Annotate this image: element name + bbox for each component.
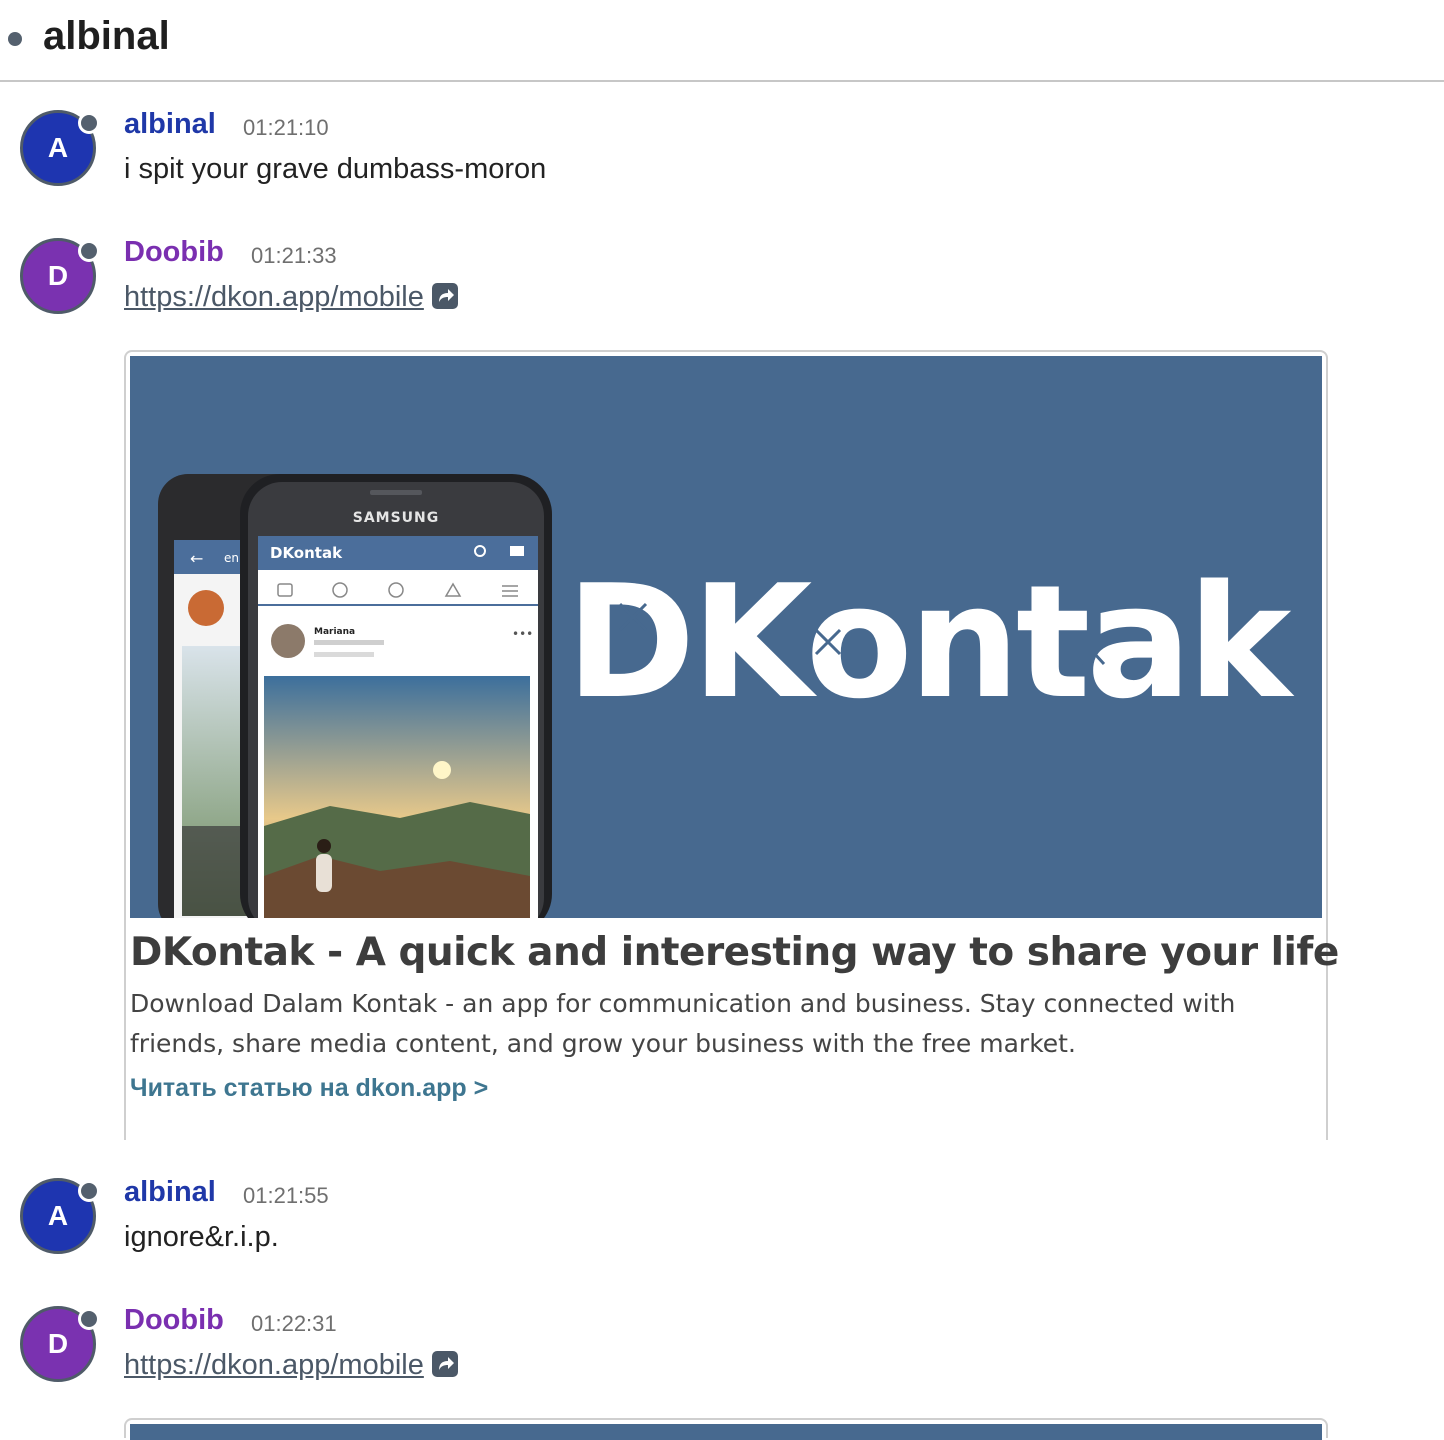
svg-text:←: ← bbox=[190, 549, 203, 568]
message-author[interactable]: Doobib bbox=[124, 1304, 224, 1337]
message-author[interactable]: albinal bbox=[124, 1176, 216, 1209]
presence-indicator-icon bbox=[78, 112, 100, 134]
link-preview-card[interactable]: ← en SAMSUNG DKontak Mariana ••• DKontak… bbox=[124, 350, 1339, 1140]
presence-indicator-icon bbox=[78, 240, 100, 262]
message-author[interactable]: Doobib bbox=[124, 236, 224, 269]
presence-indicator-icon bbox=[78, 1308, 100, 1330]
chat-title: albinal bbox=[43, 14, 170, 58]
message-text: https://dkon.app/mobile bbox=[124, 281, 458, 317]
external-link-icon[interactable] bbox=[431, 1351, 458, 1385]
svg-text:SAMSUNG: SAMSUNG bbox=[353, 510, 440, 526]
link-preview-image[interactable]: ← en SAMSUNG DKontak Mariana ••• DKontak bbox=[130, 356, 1322, 918]
message-author[interactable]: albinal bbox=[124, 108, 216, 141]
message-text: ignore&r.i.p. bbox=[124, 1221, 279, 1253]
read-more-link[interactable]: Читать статью на dkon.app > bbox=[130, 1074, 488, 1103]
message-link[interactable]: https://dkon.app/mobile bbox=[124, 1349, 424, 1381]
message-timestamp: 01:21:55 bbox=[243, 1183, 329, 1208]
svg-text:Mariana: Mariana bbox=[314, 627, 355, 637]
svg-text:DKontak: DKontak bbox=[270, 544, 343, 562]
status-dot-icon bbox=[8, 32, 22, 46]
message-text: https://dkon.app/mobile bbox=[124, 1349, 458, 1385]
message-timestamp: 01:21:33 bbox=[251, 243, 337, 268]
message-link[interactable]: https://dkon.app/mobile bbox=[124, 281, 424, 313]
message-timestamp: 01:22:31 bbox=[251, 1311, 337, 1336]
message-timestamp: 01:21:10 bbox=[243, 115, 329, 140]
presence-indicator-icon bbox=[78, 1180, 100, 1202]
message-text: i spit your grave dumbass-moron bbox=[124, 153, 547, 185]
external-link-icon[interactable] bbox=[431, 283, 458, 317]
link-preview-card[interactable] bbox=[124, 1418, 1328, 1440]
svg-text:•••: ••• bbox=[512, 627, 533, 641]
link-preview-title[interactable]: DKontak - A quick and interesting way to… bbox=[130, 930, 1339, 975]
svg-text:DKontak: DKontak bbox=[566, 551, 1295, 733]
chat-header: albinal bbox=[0, 0, 1444, 82]
link-preview-description: Download Dalam Kontak - an app for commu… bbox=[130, 989, 1236, 1058]
svg-text:en: en bbox=[224, 551, 239, 565]
